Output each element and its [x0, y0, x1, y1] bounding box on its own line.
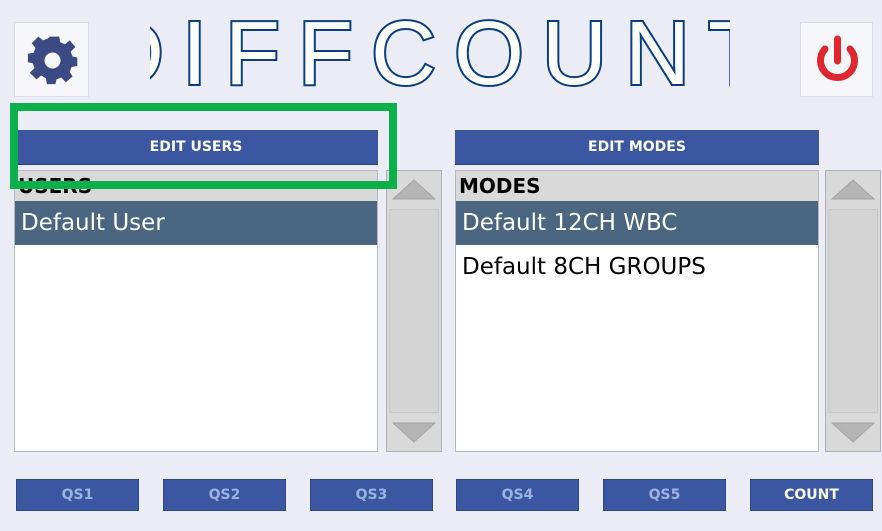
users-list[interactable]: USERS Default User [14, 170, 378, 452]
power-icon [817, 35, 858, 81]
mode-item[interactable]: Default 8CH GROUPS [456, 245, 818, 289]
users-scroll-track[interactable] [389, 209, 439, 413]
qs1-button[interactable]: QS1 [16, 479, 139, 511]
modes-list[interactable]: MODES Default 12CH WBC Default 8CH GROUP… [455, 170, 819, 452]
mode-item[interactable]: Default 12CH WBC [456, 201, 818, 245]
triangle-down-icon [391, 422, 437, 443]
modes-scroll-track[interactable] [828, 209, 878, 413]
qs4-button[interactable]: QS4 [456, 479, 579, 511]
count-button[interactable]: COUNT [750, 479, 873, 511]
app-title-text: DIFFCOUNT [150, 12, 730, 92]
gear-icon [27, 36, 78, 85]
modes-scroll-down-button[interactable] [826, 415, 880, 451]
power-button[interactable] [800, 22, 873, 97]
modes-scrollbar[interactable] [825, 170, 881, 452]
qs2-button[interactable]: QS2 [163, 479, 286, 511]
modes-list-header: MODES [456, 171, 818, 201]
triangle-down-icon [830, 422, 876, 443]
modes-scroll-up-button[interactable] [826, 171, 880, 207]
edit-modes-button[interactable]: EDIT MODES [455, 130, 819, 165]
triangle-up-icon [830, 179, 876, 200]
users-scrollbar[interactable] [386, 170, 442, 452]
qs3-button[interactable]: QS3 [310, 479, 433, 511]
app-title: DIFFCOUNT [150, 12, 730, 92]
user-item[interactable]: Default User [15, 201, 377, 245]
qs5-button[interactable]: QS5 [603, 479, 726, 511]
highlight-box [10, 103, 397, 189]
users-scroll-down-button[interactable] [387, 415, 441, 451]
settings-button[interactable] [14, 22, 89, 97]
